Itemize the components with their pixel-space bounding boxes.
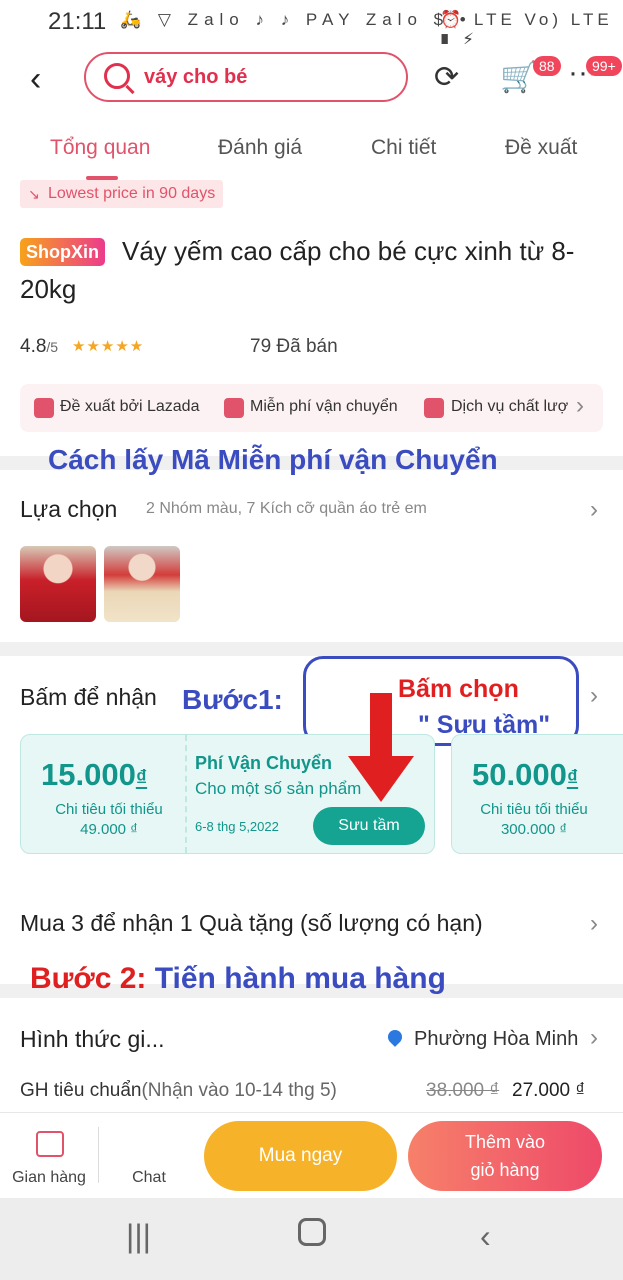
store-label: Gian hàng xyxy=(12,1169,86,1186)
voucher-amount: 15.000₫ xyxy=(41,757,147,793)
free-ship-icon xyxy=(224,398,244,418)
callout-line1: Bấm chọn xyxy=(398,675,519,703)
voucher-amount: 50.000₫ xyxy=(472,757,578,793)
delivery-location[interactable]: Phường Hòa Minh xyxy=(414,1028,578,1051)
sold-count: 79 Đã bán xyxy=(250,336,338,357)
location-pin-icon xyxy=(385,1027,405,1047)
more-badge: 99+ xyxy=(586,56,622,76)
voucher-min-value: 300.000 ₫ xyxy=(500,821,568,838)
store-icon xyxy=(36,1131,64,1157)
cart-badge: 88 xyxy=(533,56,561,76)
home-icon[interactable] xyxy=(298,1218,326,1246)
voucher-card: 50.000₫ Chi tiêu tối thiểu 300.000 ₫ xyxy=(451,734,623,854)
chevron-right-icon: › xyxy=(590,496,598,523)
notification-icons: 🛵 ▽ Zalo ♪ ♪ PAY Zalo $ • xyxy=(120,10,472,29)
chat-button[interactable]: Chat xyxy=(100,1113,264,1199)
status-bar: 21:11 🛵 ▽ Zalo ♪ ♪ PAY Zalo $ • ⏰ LTE Vo… xyxy=(0,0,623,49)
tab-reviews[interactable]: Đánh giá xyxy=(218,136,302,160)
voucher-min-value: 49.000 ₫ xyxy=(80,821,138,838)
lowest-price-badge: Lowest price in 90 days xyxy=(20,180,224,208)
rating-max: /5 xyxy=(46,339,59,355)
gift-label: Mua 3 để nhận 1 Quà tặng (số lượng có hạ… xyxy=(20,910,483,936)
service-strip[interactable]: Đề xuất bởi Lazada Miễn phí vận chuyển D… xyxy=(20,384,603,432)
share-icon[interactable]: ⟳ xyxy=(434,60,459,95)
step2-annotation: Bước 2: Tiến hành mua hàng xyxy=(30,962,446,996)
voucher-divider xyxy=(185,735,187,853)
search-bar[interactable]: váy cho bé xyxy=(84,52,408,102)
chevron-right-icon: › xyxy=(590,1024,598,1051)
shipping-voucher-date: 6-8 thg 5,2022 xyxy=(195,819,279,834)
top-header: ‹ váy cho bé ⟳ 🛒 88 ··· 99+ xyxy=(0,44,623,120)
guide-title: Cách lấy Mã Miễn phí vận Chuyển xyxy=(48,444,498,475)
annotation-arrow-icon xyxy=(370,693,392,757)
voucher-label: Bấm để nhận xyxy=(20,684,157,710)
shipping-voucher-sub: Cho một số sản phẩm xyxy=(195,779,362,798)
voucher-amount-value: 50.000 xyxy=(472,757,567,792)
step2-text: Tiến hành mua hàng xyxy=(146,962,446,995)
delivery-label: Hình thức gi... xyxy=(20,1026,165,1052)
shipping-window: (Nhận vào 10-14 thg 5) xyxy=(141,1080,337,1101)
status-time: 21:11 xyxy=(48,8,107,35)
callout-box: Bấm chọn " Sưu tầm" xyxy=(303,656,579,746)
currency-symbol: ₫ xyxy=(135,765,148,790)
recent-apps-icon[interactable]: ||| xyxy=(126,1218,151,1255)
rating-value: 4.8/5 xyxy=(20,336,58,358)
step1-annotation: Bước1: xyxy=(182,684,283,715)
variant-thumbnail-cream[interactable] xyxy=(104,546,180,622)
chevron-right-icon: › xyxy=(576,392,584,419)
new-shipping-price: 27.000 ₫ xyxy=(512,1080,586,1101)
voucher-min-label: Chi tiêu tối thiểu xyxy=(55,801,163,818)
shipping-method-name: GH tiêu chuẩn xyxy=(20,1080,142,1101)
chevron-right-icon[interactable]: › xyxy=(590,682,598,710)
service-free-ship: Miễn phí vận chuyển xyxy=(250,398,398,415)
variant-selection[interactable]: Lựa chọn 2 Nhóm màu, 7 Kích cỡ quần áo t… xyxy=(0,470,623,642)
service-lazada: Đề xuất bởi Lazada xyxy=(60,398,200,415)
selection-summary: 2 Nhóm màu, 7 Kích cỡ quần áo trẻ em xyxy=(146,500,427,517)
buy-now-button[interactable]: Mua ngay xyxy=(204,1121,397,1191)
step2-prefix: Bước 2: xyxy=(30,962,147,995)
search-icon xyxy=(104,63,130,89)
add-cart-line2: giỏ hàng xyxy=(470,1160,540,1180)
product-title: Váy yếm cao cấp cho bé cực xinh từ 8-20k… xyxy=(20,236,575,304)
variant-thumbnail-red[interactable] xyxy=(20,546,96,622)
rating-number: 4.8 xyxy=(20,336,47,357)
tab-details[interactable]: Chi tiết xyxy=(371,136,436,160)
bottom-action-bar: Gian hàng Chat Mua ngay Thêm vào giỏ hàn… xyxy=(0,1112,623,1198)
voucher-section: Bấm để nhận Bước1: Bấm chọn " Sưu tầm" ›… xyxy=(0,656,623,874)
currency-symbol: ₫ xyxy=(566,765,579,790)
product-info: Lowest price in 90 days Váy yếm cao cấp … xyxy=(0,180,623,456)
quality-icon xyxy=(424,398,444,418)
service-quality: Dịch vụ chất lượ xyxy=(451,398,569,415)
store-button[interactable]: Gian hàng xyxy=(0,1113,98,1199)
system-nav-bar: ||| ‹ xyxy=(0,1198,623,1280)
voucher-amount-value: 15.000 xyxy=(41,757,136,792)
old-shipping-price: 38.000 ₫ xyxy=(426,1080,500,1101)
annotation-arrowhead-icon xyxy=(348,756,414,802)
selection-label: Lựa chọn xyxy=(20,496,118,522)
voucher-min-label: Chi tiêu tối thiểu xyxy=(480,801,588,818)
divider xyxy=(98,1127,99,1183)
shipping-voucher-name: Phí Vận Chuyển xyxy=(195,753,333,773)
collect-button[interactable]: Sưu tầm xyxy=(313,807,425,845)
add-to-cart-button[interactable]: Thêm vào giỏ hàng xyxy=(408,1121,602,1191)
rating-stars-icon: ★★★★★ xyxy=(72,338,145,355)
shipping-method: GH tiêu chuẩn(Nhận vào 10-14 thg 5) xyxy=(20,1080,337,1102)
product-tabs: Tổng quan Đánh giá Chi tiết Đề xuất xyxy=(0,120,623,180)
cart-icon[interactable]: 🛒 xyxy=(500,60,537,95)
back-icon[interactable]: ‹ xyxy=(480,1218,491,1255)
shopxin-badge: ShopXin xyxy=(20,238,105,266)
lazada-icon xyxy=(34,398,54,418)
search-query[interactable]: váy cho bé xyxy=(144,66,247,89)
add-cart-line1: Thêm vào xyxy=(464,1132,546,1152)
chat-label: Chat xyxy=(132,1169,166,1186)
chevron-right-icon: › xyxy=(590,910,598,937)
tab-suggestions[interactable]: Đề xuất xyxy=(505,136,577,160)
back-arrow-icon[interactable]: ‹ xyxy=(30,62,41,96)
tab-overview[interactable]: Tổng quan xyxy=(50,136,150,160)
delivery-section[interactable]: Hình thức gi... Phường Hòa Minh › GH tiê… xyxy=(0,998,623,1114)
